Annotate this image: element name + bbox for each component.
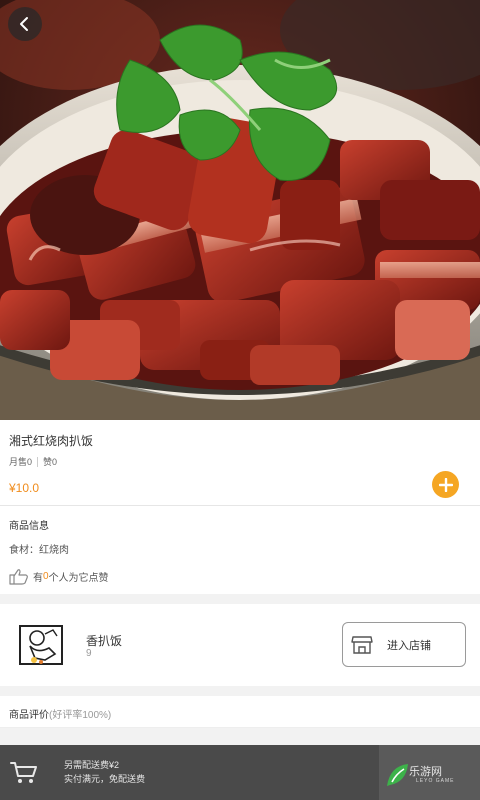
goods-info-section: 商品信息 食材：红烧肉 有 0 个人为它点赞	[0, 506, 480, 594]
sales-stats: 月售0 赞0	[9, 455, 57, 468]
watermark-text: 乐游网	[409, 766, 442, 778]
monthly-sales: 月售0	[9, 457, 33, 467]
shop-section: 香扒饭 9 进入店铺	[0, 604, 480, 686]
chevron-left-icon	[20, 17, 28, 31]
like-count: 赞0	[43, 457, 58, 467]
enter-shop-button[interactable]: 进入店铺	[342, 622, 466, 667]
watermark-subtext: LEYO GAME	[416, 778, 455, 784]
shop-logo-icon	[19, 625, 63, 665]
like-suffix: 个人为它点赞	[48, 573, 109, 584]
reviews-section[interactable]: 商品评价(好评率100%)	[0, 696, 480, 728]
like-row[interactable]: 有 0 个人为它点赞	[9, 568, 109, 585]
add-to-cart-button[interactable]	[432, 471, 459, 498]
goods-info-title: 商品信息	[9, 521, 49, 532]
stats-divider	[37, 456, 39, 467]
cart-button[interactable]	[10, 761, 38, 785]
plus-icon	[438, 477, 453, 492]
shop-subtitle: 9	[86, 648, 92, 659]
back-button[interactable]	[8, 7, 42, 41]
ingredients: 食材：红烧肉	[9, 545, 69, 556]
delivery-fee-text: 另需配送费¥2	[64, 760, 120, 770]
store-icon	[351, 635, 373, 654]
shop-name: 香扒饭	[86, 634, 123, 648]
shopping-cart-icon	[10, 762, 37, 783]
reviews-header: 商品评价(好评率100%)	[9, 706, 111, 721]
dish-illustration	[0, 0, 480, 420]
product-detail-page: 湘式红烧肉扒饭 月售0 赞0 ¥10.0 商品信息 食材：红烧肉 有 0 个人为…	[0, 0, 480, 800]
reviews-rate: (好评率100%)	[49, 710, 112, 721]
product-info-section: 湘式红烧肉扒饭 月售0 赞0 ¥10.0	[0, 420, 480, 506]
product-name: 湘式红烧肉扒饭	[9, 434, 94, 448]
shop-logo	[19, 624, 65, 668]
delivery-note-text: 实付满元，免配送费	[64, 774, 146, 784]
like-prefix: 有	[33, 573, 43, 584]
dish-photo	[0, 0, 480, 420]
reviews-title: 商品评价	[9, 710, 49, 721]
enter-shop-label: 进入店铺	[387, 639, 431, 652]
thumbs-up-icon[interactable]	[9, 568, 29, 585]
product-price: ¥10.0	[9, 481, 40, 495]
